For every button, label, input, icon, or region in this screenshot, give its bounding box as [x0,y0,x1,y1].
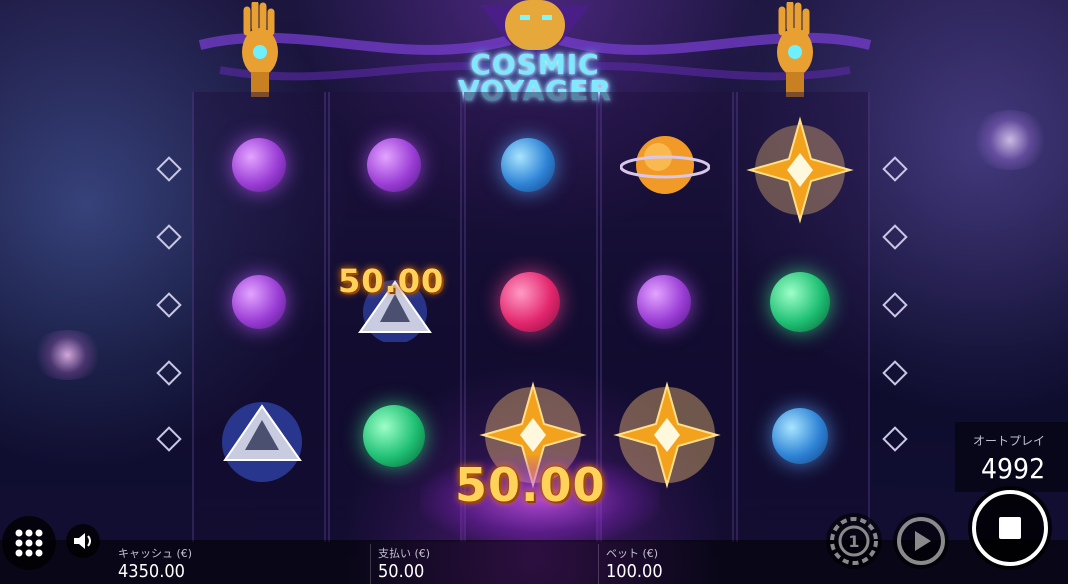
right-hand-icon [770,0,820,97]
logo-banner: COSMIC VOYAGER [180,0,890,107]
stop-icon [972,490,1048,566]
bet-value: 100.00 [606,561,663,582]
payout-value: 50.00 [378,561,425,582]
pyramid-crystal-symbol [215,398,310,483]
speaker-icon [74,533,91,549]
svg-text:1: 1 [848,532,859,551]
stat-divider [598,544,599,584]
symbol-win-amount: 50.00 [338,262,445,300]
stat-divider [370,544,371,584]
pink-planet-symbol [500,272,560,332]
left-hand-icon [235,0,285,97]
blue-planet-symbol [772,408,828,464]
purple-planet-symbol [637,275,691,329]
cash-value: 4350.00 [118,561,185,582]
quick-spin-button[interactable] [893,513,949,569]
payout-label: 支払い (€) [378,547,431,560]
bet-label: ベット (€) [606,547,659,560]
autoplay-count: 4992 [981,452,1046,485]
fast-play-icon [897,517,945,565]
orange-ringed-planet-symbol [619,130,711,200]
right-galaxy-decoration [970,110,1050,170]
autoplay-label: オートプレイ [973,434,1046,448]
wild-star-symbol [745,115,855,225]
total-win-amount: 50.00 [455,458,606,512]
stop-autoplay-button[interactable] [968,486,1052,570]
cash-label: キャッシュ (€) [118,547,193,560]
purple-planet-symbol [232,138,286,192]
left-galaxy-decoration [30,330,105,380]
menu-button[interactable] [2,516,56,570]
grid-menu-icon [15,529,43,557]
autoplay-panel: オートプレイ 4992 [955,422,1068,492]
green-planet-symbol [770,272,830,332]
sound-button[interactable] [66,524,100,558]
blue-planet-symbol [501,138,555,192]
purple-planet-symbol [367,138,421,192]
coin-icon: 1 [830,517,878,565]
green-planet-symbol [363,405,425,467]
purple-planet-symbol [232,275,286,329]
bet-level-button[interactable]: 1 [826,513,882,569]
